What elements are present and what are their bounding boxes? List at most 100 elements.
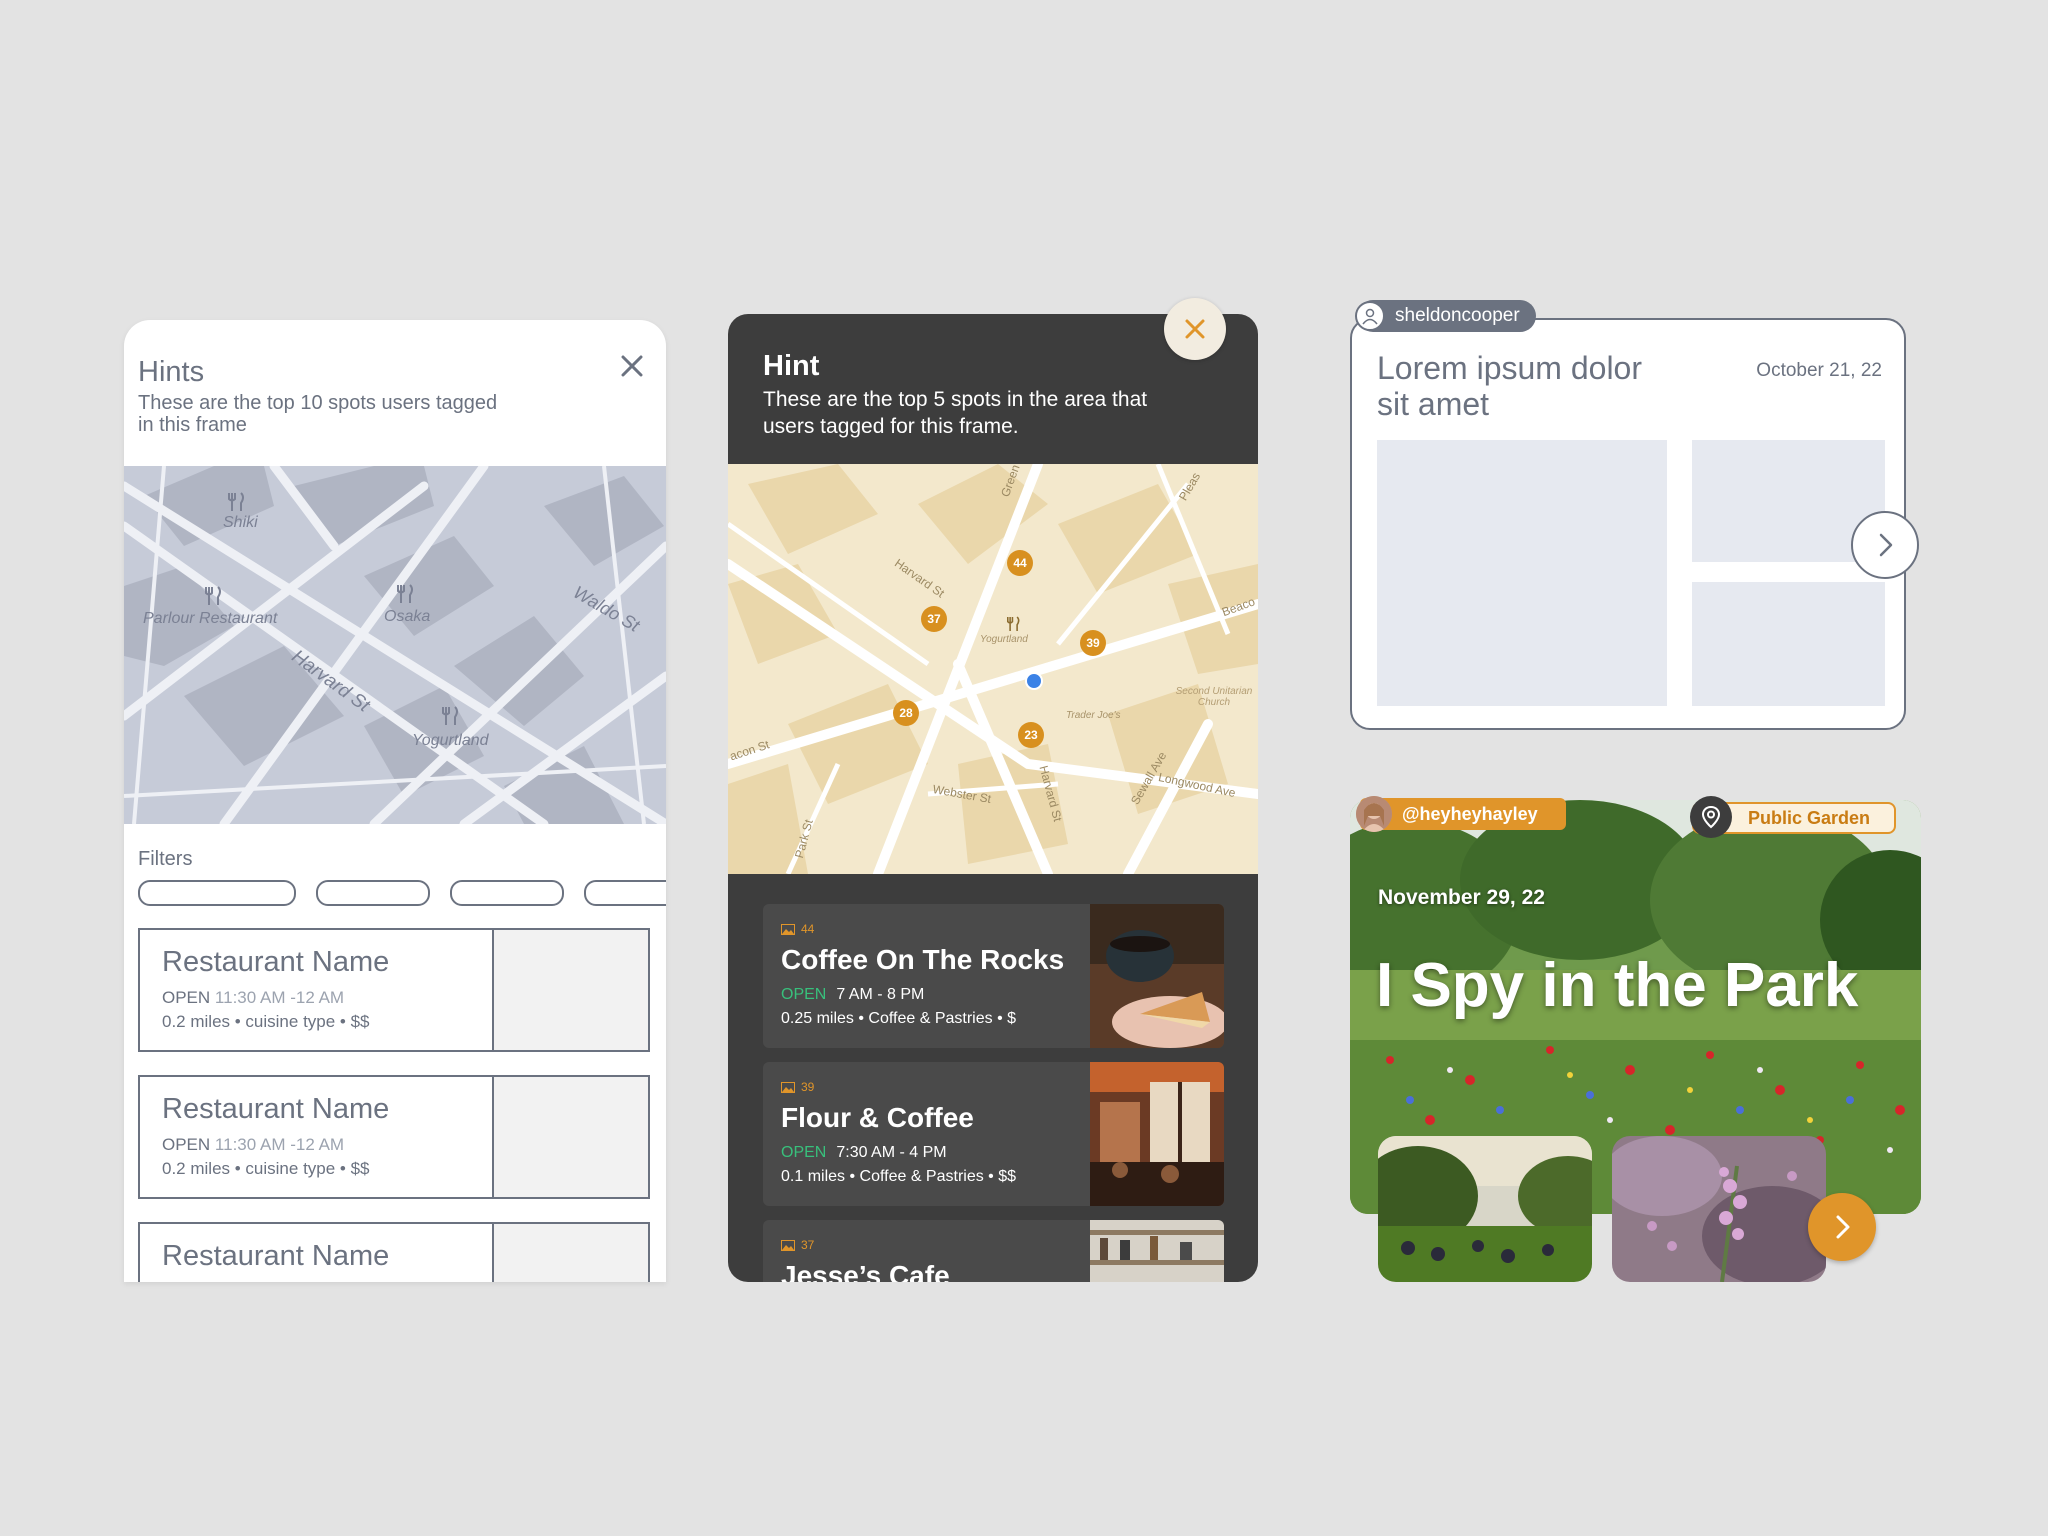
tag-count: 44 xyxy=(781,922,814,936)
map-label: Trader Joe's xyxy=(1066,710,1121,721)
open-status: OPEN xyxy=(162,988,211,1007)
map[interactable]: Green St Harvard St Yogurtland Beaco Sec… xyxy=(728,464,1258,874)
spot-marker[interactable]: 23 xyxy=(1018,722,1044,748)
user-tag[interactable]: @heyheyhayley xyxy=(1356,796,1566,832)
close-button[interactable] xyxy=(1164,298,1226,360)
filter-pill[interactable] xyxy=(316,880,430,906)
cafe-interior-photo xyxy=(1090,1062,1224,1206)
post-card-wireframe[interactable]: Lorem ipsum dolor sit amet October 21, 2… xyxy=(1350,318,1906,730)
map[interactable]: Shiki Parlour Restaurant Osaka Harvard S… xyxy=(124,466,666,824)
spot-name: Flour & Coffee xyxy=(781,1102,974,1133)
restaurant-card[interactable]: Restaurant Name xyxy=(138,1222,650,1282)
spot-hours: OPEN 7 AM - 8 PM xyxy=(781,986,924,1004)
hints-subtitle: These are the top 10 spots users tagged … xyxy=(138,392,498,436)
spot-name: Coffee On The Rocks xyxy=(781,944,1065,975)
hint-title: Hint xyxy=(763,350,820,382)
user-icon xyxy=(1362,308,1378,325)
spot-card[interactable]: 37 Jesse’s Cafe xyxy=(763,1220,1224,1282)
restaurant-hours: OPEN 11:30 AM -12 AM xyxy=(162,1135,344,1155)
open-status: OPEN xyxy=(162,1135,211,1154)
spot-marker[interactable]: 39 xyxy=(1080,630,1106,656)
post-date: October 21, 22 xyxy=(1756,360,1882,381)
map-label: Yogurtland xyxy=(980,634,1028,645)
location-name: Public Garden xyxy=(1748,807,1871,828)
location-pin-badge xyxy=(1690,796,1732,838)
open-status: OPEN xyxy=(781,986,827,1003)
map-label-yogurtland: Yogurtland xyxy=(412,732,489,749)
map-label-osaka: Osaka xyxy=(384,608,431,625)
image-placeholder xyxy=(1377,440,1667,706)
spot-card[interactable]: 44 Coffee On The Rocks OPEN 7 AM - 8 PM 0… xyxy=(763,904,1224,1048)
tag-count-value: 39 xyxy=(801,1080,815,1094)
restaurant-name: Restaurant Name xyxy=(162,1093,390,1125)
tag-count-value: 37 xyxy=(801,1238,815,1252)
map-label-parlour: Parlour Restaurant xyxy=(143,610,278,627)
map-label-shiki: Shiki xyxy=(223,514,258,531)
fork-knife-icon[interactable] xyxy=(205,586,223,606)
hint-panel-dark: Hint These are the top 5 spots in the ar… xyxy=(728,314,1258,1282)
picnic-photo xyxy=(1378,1136,1592,1282)
filters-label: Filters xyxy=(138,848,193,870)
post-date: November 29, 22 xyxy=(1378,886,1545,909)
photo-thumbnail[interactable] xyxy=(1378,1136,1592,1282)
photo-thumbnail[interactable] xyxy=(1612,1136,1826,1282)
avatar xyxy=(1356,796,1392,832)
flowers-photo xyxy=(1612,1136,1826,1282)
restaurant-card[interactable]: Restaurant Name OPEN 11:30 AM -12 AM 0.2… xyxy=(138,928,650,1052)
spot-marker[interactable]: 37 xyxy=(921,606,947,632)
tag-count-value: 44 xyxy=(801,922,815,936)
tag-count: 39 xyxy=(781,1080,814,1094)
fork-knife-icon[interactable] xyxy=(228,492,246,512)
image-placeholder xyxy=(1692,582,1885,706)
hours-text: 7:30 AM - 4 PM xyxy=(836,1144,947,1161)
chevron-right-icon xyxy=(1879,533,1893,557)
restaurant-image-placeholder xyxy=(492,1224,648,1282)
hint-subtitle: These are the top 5 spots in the area th… xyxy=(763,388,1148,438)
post-headline: I Spy in the Park xyxy=(1376,951,1859,1020)
spot-marker[interactable]: 28 xyxy=(893,700,919,726)
image-icon xyxy=(781,1239,795,1251)
spot-marker[interactable]: 44 xyxy=(1007,550,1033,576)
fork-knife-icon[interactable] xyxy=(1007,616,1021,632)
hints-panel-wireframe: Hints These are the top 10 spots users t… xyxy=(124,320,666,1282)
close-icon[interactable] xyxy=(614,348,650,384)
fork-knife-icon[interactable] xyxy=(397,584,415,604)
spot-card[interactable]: 39 Flour & Coffee OPEN 7:30 AM - 4 PM 0.1… xyxy=(763,1062,1224,1206)
restaurant-meta: 0.2 miles • cuisine type • $$ xyxy=(162,1159,370,1178)
image-icon xyxy=(781,923,795,935)
chevron-right-icon xyxy=(1836,1215,1850,1239)
fork-knife-icon[interactable] xyxy=(442,706,460,726)
spot-hours: OPEN 7:30 AM - 4 PM xyxy=(781,1144,947,1162)
image-icon xyxy=(781,1081,795,1093)
restaurant-image-placeholder xyxy=(492,1077,648,1197)
user-tag[interactable]: sheldoncooper xyxy=(1355,300,1536,332)
restaurant-name: Restaurant Name xyxy=(162,946,390,978)
current-location-marker xyxy=(1025,672,1043,690)
tag-count: 37 xyxy=(781,1238,814,1252)
restaurant-card[interactable]: Restaurant Name OPEN 11:30 AM -12 AM 0.2… xyxy=(138,1075,650,1199)
spot-name: Jesse’s Cafe xyxy=(781,1260,950,1282)
avatar xyxy=(1355,301,1385,331)
filter-pill[interactable] xyxy=(584,880,666,906)
filter-pill[interactable] xyxy=(450,880,564,906)
open-status: OPEN xyxy=(781,1144,827,1161)
hours-text: 7 AM - 8 PM xyxy=(836,986,925,1003)
map-label: Second Unitarian Church xyxy=(1175,686,1253,708)
restaurant-hours: OPEN 11:30 AM -12 AM xyxy=(162,988,344,1008)
coffee-photo xyxy=(1090,904,1224,1048)
hints-title: Hints xyxy=(138,356,205,388)
restaurant-image-placeholder xyxy=(492,930,648,1050)
next-button[interactable] xyxy=(1851,511,1919,579)
next-button[interactable] xyxy=(1808,1193,1876,1261)
username: @heyheyhayley xyxy=(1402,803,1538,824)
username: sheldoncooper xyxy=(1395,305,1520,326)
restaurant-meta: 0.2 miles • cuisine type • $$ xyxy=(162,1012,370,1031)
filter-pill[interactable] xyxy=(138,880,296,906)
hours-text: 11:30 AM -12 AM xyxy=(214,988,345,1007)
location-pin-icon xyxy=(1701,805,1721,829)
cafe-shelf-photo xyxy=(1090,1220,1224,1282)
close-icon xyxy=(1185,319,1205,339)
post-title: Lorem ipsum dolor sit amet xyxy=(1377,350,1642,422)
spot-meta: 0.1 miles • Coffee & Pastries • $$ xyxy=(781,1168,1017,1185)
hours-text: 11:30 AM -12 AM xyxy=(214,1135,345,1154)
